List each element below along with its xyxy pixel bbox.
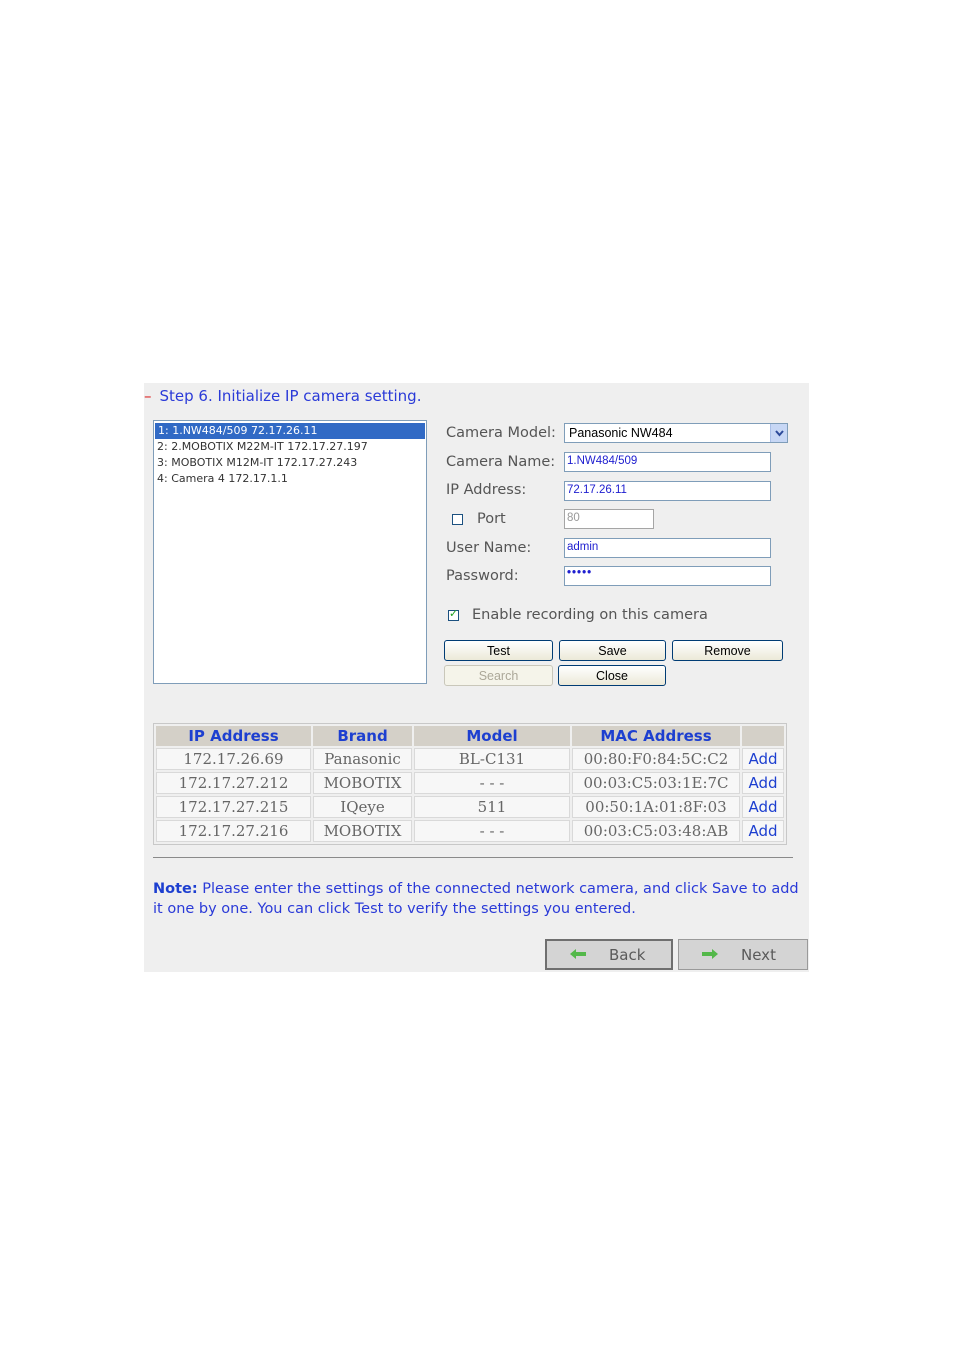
next-button-label: Next — [741, 945, 776, 964]
remove-button[interactable]: Remove — [672, 640, 783, 661]
brand-cell: MOBOTIX — [313, 772, 412, 794]
camera-name-input[interactable]: 1.NW484/509 — [564, 452, 771, 472]
note-body: Please enter the settings of the connect… — [153, 881, 799, 917]
camera-list-item[interactable]: 3: MOBOTIX M12M-IT 172.17.27.243 — [154, 455, 426, 471]
ip-address-label: IP Address: — [446, 482, 527, 498]
divider — [153, 857, 793, 858]
column-header: Model — [414, 726, 570, 746]
arrow-right-icon — [701, 944, 719, 965]
checkmark-icon: ✓ — [449, 607, 459, 620]
close-button[interactable]: Close — [558, 665, 666, 686]
scan-results-table: IP Address Brand Model MAC Address 172.1… — [153, 723, 787, 845]
enable-recording-label: Enable recording on this camera — [472, 607, 708, 623]
camera-list[interactable]: 1: 1.NW484/509 72.17.26.11 2: 2.MOBOTIX … — [153, 420, 427, 684]
camera-model-select[interactable]: Panasonic NW484 — [564, 423, 788, 443]
table-row: 172.17.27.216 MOBOTIX - - - 00:03:C5:03:… — [156, 820, 784, 842]
mac-cell: 00:03:C5:03:1E:7C — [572, 772, 740, 794]
back-button-label: Back — [609, 945, 646, 964]
step-title-text: Step 6. Initialize IP camera setting. — [159, 387, 422, 405]
camera-name-label: Camera Name: — [446, 454, 556, 470]
model-cell: 511 — [414, 796, 570, 818]
port-input[interactable]: 80 — [564, 509, 654, 529]
camera-list-item[interactable]: 4: Camera 4 172.17.1.1 — [154, 471, 426, 487]
user-name-input[interactable]: admin — [564, 538, 771, 558]
next-button[interactable]: Next — [678, 939, 808, 970]
ip-cell: 172.17.27.216 — [156, 820, 311, 842]
ip-cell: 172.17.27.215 — [156, 796, 311, 818]
brand-cell: MOBOTIX — [313, 820, 412, 842]
port-label: Port — [477, 511, 506, 527]
model-cell: - - - — [414, 772, 570, 794]
chevron-down-icon[interactable] — [770, 424, 787, 442]
camera-list-item[interactable]: 2: 2.MOBOTIX M22M-IT 172.17.27.197 — [154, 439, 426, 455]
step-title[interactable]: – Step 6. Initialize IP camera setting. — [144, 387, 421, 405]
table-row: 172.17.27.215 IQeye 511 00:50:1A:01:8F:0… — [156, 796, 784, 818]
ip-cell: 172.17.27.212 — [156, 772, 311, 794]
note-text: Note: Please enter the settings of the c… — [153, 879, 803, 919]
model-cell: BL-C131 — [414, 748, 570, 770]
column-header: MAC Address — [572, 726, 740, 746]
model-cell: - - - — [414, 820, 570, 842]
add-link[interactable]: Add — [742, 820, 784, 842]
enable-recording-checkbox[interactable]: ✓ — [448, 607, 459, 621]
column-header — [742, 726, 784, 746]
password-label: Password: — [446, 568, 519, 584]
setup-panel: – Step 6. Initialize IP camera setting. 1… — [144, 383, 809, 972]
collapse-dash[interactable]: – — [144, 387, 152, 405]
save-button[interactable]: Save — [559, 640, 666, 661]
note-label: Note: — [153, 881, 198, 897]
add-link[interactable]: Add — [742, 796, 784, 818]
table-row: 172.17.27.212 MOBOTIX - - - 00:03:C5:03:… — [156, 772, 784, 794]
search-button[interactable]: Search — [444, 665, 553, 686]
brand-cell: IQeye — [313, 796, 412, 818]
add-link[interactable]: Add — [742, 772, 784, 794]
brand-cell: Panasonic — [313, 748, 412, 770]
camera-list-item[interactable]: 1: 1.NW484/509 72.17.26.11 — [155, 423, 425, 439]
ip-address-input[interactable]: 72.17.26.11 — [564, 481, 771, 501]
column-header: IP Address — [156, 726, 311, 746]
table-row: 172.17.26.69 Panasonic BL-C131 00:80:F0:… — [156, 748, 784, 770]
add-link[interactable]: Add — [742, 748, 784, 770]
password-input[interactable]: ••••• — [564, 566, 771, 586]
camera-model-label: Camera Model: — [446, 425, 556, 441]
mac-cell: 00:03:C5:03:48:AB — [572, 820, 740, 842]
table-header-row: IP Address Brand Model MAC Address — [156, 726, 784, 746]
camera-model-value: Panasonic NW484 — [569, 426, 673, 440]
user-name-label: User Name: — [446, 540, 532, 556]
back-button[interactable]: Back — [545, 939, 673, 970]
test-button[interactable]: Test — [444, 640, 553, 661]
column-header: Brand — [313, 726, 412, 746]
mac-cell: 00:50:1A:01:8F:03 — [572, 796, 740, 818]
arrow-left-icon — [569, 944, 587, 965]
ip-cell: 172.17.26.69 — [156, 748, 311, 770]
port-checkbox[interactable] — [452, 514, 463, 525]
mac-cell: 00:80:F0:84:5C:C2 — [572, 748, 740, 770]
